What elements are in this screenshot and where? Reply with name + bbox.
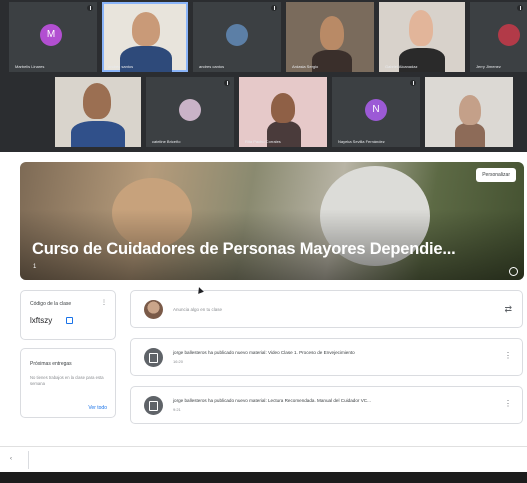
participant-tile[interactable]: andres santos xyxy=(102,2,188,72)
announce-placeholder[interactable]: Anuncia algo en tu clase xyxy=(173,307,222,312)
participant-name: andres santos xyxy=(108,64,134,69)
material-icon xyxy=(144,396,163,415)
post-text: jorge ballesteros ha publicado nuevo mat… xyxy=(173,350,355,355)
mic-off-icon xyxy=(271,5,277,11)
chevron-left-icon[interactable]: ‹ xyxy=(10,456,12,462)
post-text: jorge ballesteros ha publicado nuevo mat… xyxy=(173,398,371,403)
participant-tile[interactable]: Gabriel Alcanadaz xyxy=(379,2,465,72)
participant-tile[interactable] xyxy=(55,77,141,147)
mic-off-icon xyxy=(224,80,230,86)
participant-name: andres cantos xyxy=(199,64,225,69)
participant-name: Jerry Jimenez xyxy=(476,64,501,69)
participant-tile[interactable]: M Marbelis Linares xyxy=(9,2,97,72)
fullscreen-icon[interactable] xyxy=(66,317,73,324)
bottom-edge xyxy=(0,472,527,483)
participant-name: Nayeka Sevilla Fernández xyxy=(338,139,385,144)
more-options-icon[interactable]: ⋮ xyxy=(101,299,107,306)
upcoming-label: Próximas entregas xyxy=(30,361,72,367)
stream-post[interactable]: jorge ballesteros ha publicado nuevo mat… xyxy=(130,386,523,424)
participant-video xyxy=(320,16,344,50)
participant-name: Ardasia Sergio xyxy=(292,64,319,69)
personalize-button[interactable]: Personalizar xyxy=(476,168,516,182)
post-date: 16:20 xyxy=(173,359,184,364)
participant-video xyxy=(455,123,485,147)
participant-avatar xyxy=(498,24,520,46)
divider xyxy=(28,451,29,469)
class-code: lxftszy xyxy=(30,316,53,325)
participant-tile[interactable]: Rita Pacho Corrales xyxy=(239,77,327,147)
stream-post[interactable]: jorge ballesteros ha publicado nuevo mat… xyxy=(130,338,523,376)
material-icon xyxy=(144,348,163,367)
repost-icon[interactable]: ⇄ xyxy=(504,304,512,315)
participant-avatar xyxy=(226,24,248,46)
classroom-page: Personalizar Curso de Cuidadores de Pers… xyxy=(0,152,527,483)
class-section: 1 xyxy=(33,264,37,270)
participant-avatar: M xyxy=(40,24,62,46)
participant-tile[interactable]: cateline Briceño xyxy=(146,77,234,147)
participant-tile[interactable]: N Nayeka Sevilla Fernández xyxy=(332,77,420,147)
video-call-panel: M Marbelis Linares andres santos andres … xyxy=(0,0,527,152)
screen: M Marbelis Linares andres santos andres … xyxy=(0,0,527,483)
view-all-link[interactable]: Ver todo xyxy=(88,405,107,411)
participant-tile[interactable]: Jerry Jimenez xyxy=(470,2,527,72)
participant-name: Rita Pacho Corrales xyxy=(245,139,281,144)
participant-tile[interactable] xyxy=(425,77,513,147)
upcoming-text: No tienes trabajos en la clase para esta… xyxy=(30,375,104,386)
class-code-card: Código de la clase ⋮ lxftszy xyxy=(20,290,116,340)
user-avatar xyxy=(144,300,163,319)
participant-avatar: N xyxy=(365,99,387,121)
participant-tile[interactable]: Ardasia Sergio xyxy=(286,2,374,72)
participant-tile[interactable]: andres cantos xyxy=(193,2,281,72)
participant-name: Marbelis Linares xyxy=(15,64,45,69)
more-options-icon[interactable]: ⋮ xyxy=(504,399,512,408)
participant-avatar xyxy=(179,99,201,121)
participant-video xyxy=(409,10,433,46)
participant-video xyxy=(71,121,125,147)
post-date: 9:21 xyxy=(173,407,181,412)
participant-video xyxy=(271,93,295,123)
bottom-toolbar: ‹ xyxy=(0,446,527,472)
participant-name: Gabriel Alcanadaz xyxy=(385,64,418,69)
participant-video xyxy=(132,12,160,46)
more-options-icon[interactable]: ⋮ xyxy=(504,351,512,360)
class-code-label: Código de la clase xyxy=(30,301,72,307)
participant-video xyxy=(83,83,111,119)
mic-off-icon xyxy=(517,5,523,11)
info-icon[interactable] xyxy=(509,267,518,276)
participant-video xyxy=(459,95,481,125)
announce-box[interactable]: Anuncia algo en tu clase ⇄ xyxy=(130,290,523,328)
class-title: Curso de Cuidadores de Personas Mayores … xyxy=(32,240,456,258)
mic-off-icon xyxy=(87,5,93,11)
participant-name: cateline Briceño xyxy=(152,139,181,144)
class-banner: Personalizar Curso de Cuidadores de Pers… xyxy=(20,162,524,280)
mic-off-icon xyxy=(410,80,416,86)
upcoming-card: Próximas entregas No tienes trabajos en … xyxy=(20,348,116,418)
